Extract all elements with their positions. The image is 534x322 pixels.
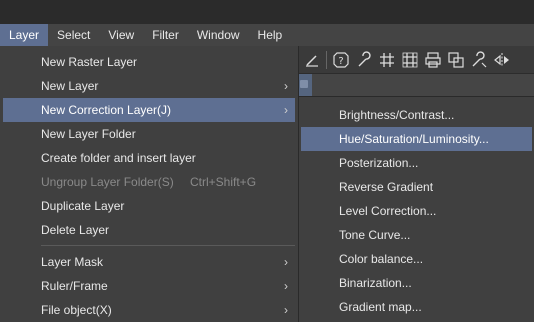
menu-item-label: New Layer Folder [41,127,136,141]
menu-item-label: File object(X) [41,303,112,317]
menu-item-label: New Correction Layer(J) [41,103,172,117]
menu-item-delete-layer[interactable]: Delete Layer [0,218,298,242]
menubar-select[interactable]: Select [48,24,99,46]
menu-item-file-object[interactable]: File object(X) › [0,298,298,322]
menu-item-new-correction-layer[interactable]: New Correction Layer(J) › [3,98,295,122]
command-toolbar: ? [296,46,534,74]
submenu-item-binarization[interactable]: Binarization... [299,271,534,295]
menu-item-shortcut: Ctrl+Shift+G [190,175,257,189]
menu-item-ungroup-layer-folder: Ungroup Layer Folder(S) Ctrl+Shift+G [0,170,298,194]
flip-icon[interactable] [492,50,512,70]
title-strip [0,0,534,24]
menu-item-create-folder-insert[interactable]: Create folder and insert layer [0,146,298,170]
chevron-right-icon: › [284,79,288,93]
menu-item-label: Ruler/Frame [41,279,108,293]
print-icon[interactable] [423,50,443,70]
menu-item-label: Create folder and insert layer [41,151,196,165]
menu-separator [41,245,295,246]
wrench-icon[interactable] [354,50,374,70]
submenu-item-tone-curve[interactable]: Tone Curve... [299,223,534,247]
pen-icon[interactable] [302,50,322,70]
layer-strip [296,74,534,96]
menu-item-duplicate-layer[interactable]: Duplicate Layer [0,194,298,218]
transform-icon[interactable] [446,50,466,70]
submenu-item-hue-saturation-luminosity[interactable]: Hue/Saturation/Luminosity... [301,127,532,151]
chevron-right-icon: › [284,103,288,117]
chevron-right-icon: › [284,255,288,269]
menubar-window[interactable]: Window [188,24,249,46]
menu-item-label: New Layer [41,79,99,93]
menu-item-new-layer[interactable]: New Layer › [0,74,298,98]
menubar-layer[interactable]: Layer [0,24,49,46]
menu-item-layer-mask[interactable]: Layer Mask › [0,250,298,274]
submenu-item-gradient-map[interactable]: Gradient map... [299,295,534,319]
chevron-right-icon: › [284,279,288,293]
correction-layer-submenu: Brightness/Contrast... Hue/Saturation/Lu… [298,96,534,322]
menubar-filter[interactable]: Filter [143,24,188,46]
grid-alt-icon[interactable] [400,50,420,70]
chevron-right-icon: › [284,303,288,317]
menu-item-label: New Raster Layer [41,55,138,69]
menu-item-new-layer-folder[interactable]: New Layer Folder [0,122,298,146]
toolbar-separator [326,50,327,69]
submenu-item-color-balance[interactable]: Color balance... [299,247,534,271]
menubar-help[interactable]: Help [249,24,292,46]
submenu-item-reverse-gradient[interactable]: Reverse Gradient [299,175,534,199]
menu-item-label: Ungroup Layer Folder(S) [41,175,174,189]
svg-text:?: ? [338,56,343,67]
menubar: Layer Select View Filter Window Help [0,24,534,46]
menu-item-label: Layer Mask [41,255,104,269]
menu-item-ruler-frame[interactable]: Ruler/Frame › [0,274,298,298]
submenu-item-posterization[interactable]: Posterization... [299,151,534,175]
grid-icon[interactable] [377,50,397,70]
layer-dot-icon [300,80,308,88]
settings-wrench-icon[interactable] [469,50,489,70]
menu-item-new-raster-layer[interactable]: New Raster Layer [0,50,298,74]
submenu-item-brightness-contrast[interactable]: Brightness/Contrast... [299,103,534,127]
layer-menu: New Raster Layer New Layer › New Correct… [0,46,299,322]
menu-item-label: Delete Layer [41,223,110,237]
help-icon[interactable]: ? [331,50,351,70]
menu-item-label: Duplicate Layer [41,199,125,213]
submenu-item-level-correction[interactable]: Level Correction... [299,199,534,223]
menubar-view[interactable]: View [99,24,143,46]
